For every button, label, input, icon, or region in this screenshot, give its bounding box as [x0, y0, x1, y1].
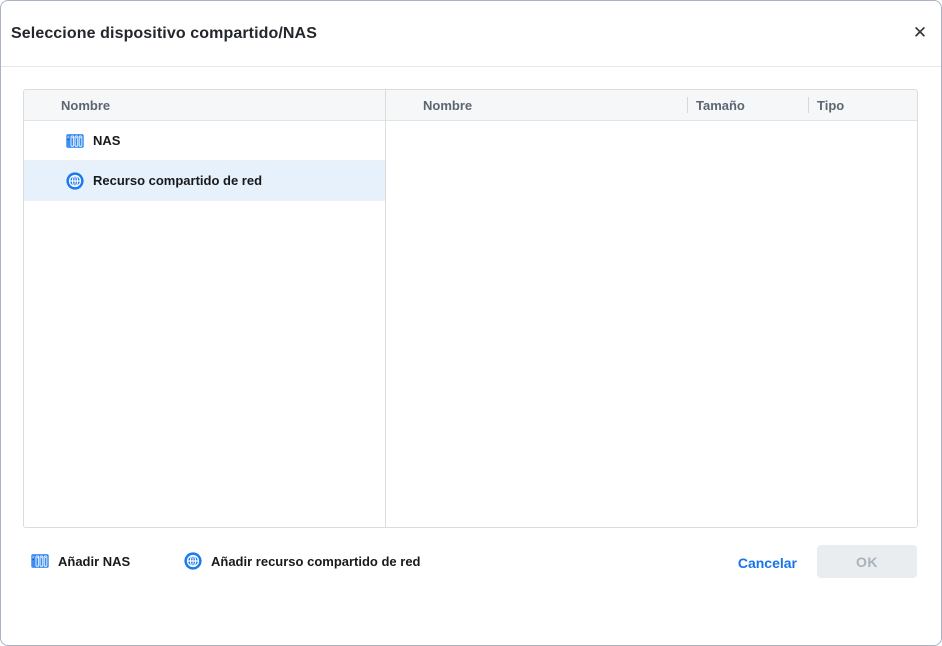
- add-network-share-button[interactable]: Añadir recurso compartido de red: [184, 552, 421, 570]
- list-item-nas[interactable]: NAS: [24, 121, 385, 161]
- list-item-network-share[interactable]: Recurso compartido de red: [24, 161, 385, 201]
- add-network-share-label: Añadir recurso compartido de red: [211, 553, 421, 569]
- right-pane-header: Nombre Tamaño Tipo: [386, 90, 917, 121]
- add-nas-label: Añadir NAS: [58, 553, 131, 569]
- ok-button[interactable]: OK: [817, 545, 917, 578]
- left-pane-empty-area: [24, 201, 385, 527]
- device-content-pane: Nombre Tamaño Tipo: [386, 90, 917, 527]
- nas-icon: [66, 133, 84, 148]
- dialog-title: Seleccione dispositivo compartido/NAS: [11, 24, 317, 42]
- list-item-label: Recurso compartido de red: [93, 173, 263, 188]
- left-pane-header: Nombre: [24, 90, 385, 121]
- column-header-tipo[interactable]: Tipo: [809, 90, 917, 120]
- column-header-nombre[interactable]: Nombre: [386, 90, 687, 120]
- device-category-pane: Nombre NAS Recurso compartido de red: [24, 90, 385, 527]
- select-shared-device-dialog: Seleccione dispositivo compartido/NAS ✕ …: [0, 0, 942, 646]
- column-header-tamano[interactable]: Tamaño: [688, 90, 808, 120]
- left-pane-header-label: Nombre: [61, 97, 111, 113]
- nas-icon: [31, 553, 49, 569]
- list-item-label: NAS: [93, 133, 121, 148]
- cancel-button[interactable]: Cancelar: [738, 555, 797, 571]
- globe-icon: [66, 171, 84, 190]
- close-icon[interactable]: ✕: [909, 21, 931, 43]
- device-browser: Nombre NAS Recurso compartido de red Nom…: [23, 89, 918, 528]
- globe-icon: [184, 552, 202, 570]
- right-pane-empty-area: [386, 121, 917, 527]
- add-nas-button[interactable]: Añadir NAS: [31, 552, 130, 570]
- dialog-footer: Añadir NAS Añadir recurso compartido de …: [1, 526, 941, 645]
- dialog-titlebar: Seleccione dispositivo compartido/NAS ✕: [1, 1, 941, 67]
